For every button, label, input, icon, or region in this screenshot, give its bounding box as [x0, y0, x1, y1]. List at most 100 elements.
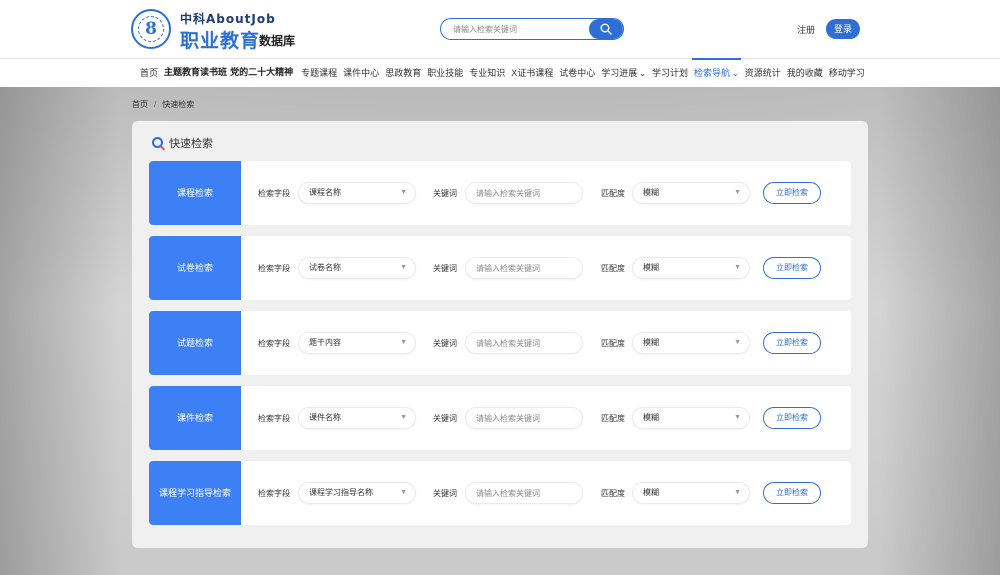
nav-item-x-certificate[interactable]: X证书课程 [511, 59, 553, 87]
keyword-input[interactable] [465, 332, 583, 354]
match-select-value: 模糊 [643, 188, 659, 197]
breadcrumb: 首页 / 快速检索 [132, 99, 194, 110]
match-select-value: 模糊 [643, 413, 659, 422]
match-select[interactable]: 模糊 ▼ [632, 332, 750, 354]
quick-search-panel: 快速检索 课程检索 检索字段 课程名称 ▼ 关键词 匹配度 模糊 ▼ 立即检索 试卷… [132, 121, 868, 548]
field-select[interactable]: 题干内容 ▼ [298, 332, 416, 354]
search-now-button[interactable]: 立即检索 [763, 407, 821, 429]
match-select[interactable]: 模糊 ▼ [632, 407, 750, 429]
search-category-label: 课程检索 [149, 161, 241, 225]
keyword-input[interactable] [465, 482, 583, 504]
field-label: 检索字段 [258, 189, 290, 198]
field-select[interactable]: 课程名称 ▼ [298, 182, 416, 204]
nav-item-skills[interactable]: 职业技能 [427, 59, 463, 87]
panel-title-text: 快速检索 [169, 138, 213, 150]
field-select-value: 试卷名称 [309, 263, 341, 272]
breadcrumb-separator: / [154, 100, 157, 109]
logo-main-text: 职业教育 [180, 30, 261, 52]
match-label: 匹配度 [601, 339, 625, 348]
search-category-label: 试题检索 [149, 311, 241, 375]
nav-item-plan[interactable]: 学习计划 [652, 59, 688, 87]
search-icon [600, 23, 612, 35]
field-select-value: 课件名称 [309, 413, 341, 422]
nav-item-special-courses[interactable]: 专题课程 [301, 59, 337, 87]
nav-item-statistics[interactable]: 资源统计 [745, 59, 781, 87]
search-now-button[interactable]: 立即检索 [763, 182, 821, 204]
field-select[interactable]: 试卷名称 ▼ [298, 257, 416, 279]
chevron-down-icon: ▼ [734, 189, 741, 196]
search-now-button[interactable]: 立即检索 [763, 482, 821, 504]
keyword-label: 关键词 [433, 339, 457, 348]
nav-item-mobile[interactable]: 移动学习 [829, 59, 865, 87]
match-select[interactable]: 模糊 ▼ [632, 182, 750, 204]
nav-item-home[interactable]: 首页 [140, 59, 158, 87]
search-category-label: 课程学习指导检索 [149, 461, 241, 525]
main-nav: 首页 主题教育读书班 党的二十大精神 专题课程 课件中心 思政教育 职业技能 专… [0, 58, 1000, 87]
search-input[interactable] [453, 19, 583, 39]
chevron-down-icon: ⌄ [732, 69, 739, 78]
field-select-value: 课程学习指导名称 [309, 488, 373, 497]
nav-item-exam-center[interactable]: 试卷中心 [559, 59, 595, 87]
keyword-label: 关键词 [433, 489, 457, 498]
field-label: 检索字段 [258, 489, 290, 498]
search-row: 课程学习指导检索 检索字段 课程学习指导名称 ▼ 关键词 匹配度 模糊 ▼ 立即检索 [149, 461, 851, 525]
search-category-label: 试卷检索 [149, 236, 241, 300]
logo-sub-text: 数据库 [259, 34, 296, 48]
logo-emblem[interactable]: 8 [131, 9, 171, 49]
chevron-down-icon: ▼ [734, 414, 741, 421]
field-select-value: 题干内容 [309, 338, 341, 347]
search-button[interactable] [589, 19, 623, 39]
search-row: 试题检索 检索字段 题干内容 ▼ 关键词 匹配度 模糊 ▼ 立即检索 [149, 311, 851, 375]
match-select-value: 模糊 [643, 263, 659, 272]
match-select[interactable]: 模糊 ▼ [632, 257, 750, 279]
match-select-value: 模糊 [643, 338, 659, 347]
register-link[interactable]: 注册 [797, 23, 815, 36]
chevron-down-icon: ▼ [400, 189, 407, 196]
chevron-down-icon: ▼ [400, 489, 407, 496]
keyword-label: 关键词 [433, 264, 457, 273]
chevron-down-icon: ▼ [734, 489, 741, 496]
search-now-button[interactable]: 立即检索 [763, 332, 821, 354]
field-select[interactable]: 课件名称 ▼ [298, 407, 416, 429]
search-row: 课程检索 检索字段 课程名称 ▼ 关键词 匹配度 模糊 ▼ 立即检索 [149, 161, 851, 225]
match-select[interactable]: 模糊 ▼ [632, 482, 750, 504]
nav-item-search-nav[interactable]: 检索导航 ⌄ [692, 58, 741, 87]
breadcrumb-current: 快速检索 [162, 100, 195, 109]
match-label: 匹配度 [601, 489, 625, 498]
logo-glyph: 8 [145, 19, 157, 39]
search-now-button[interactable]: 立即检索 [763, 257, 821, 279]
logo-top-text: 中科AboutJob [180, 12, 276, 26]
chevron-down-icon: ▼ [400, 414, 407, 421]
keyword-label: 关键词 [433, 189, 457, 198]
search-category-label: 课件检索 [149, 386, 241, 450]
nav-item-knowledge[interactable]: 专业知识 [469, 59, 505, 87]
nav-item-ideology[interactable]: 思政教育 [385, 59, 421, 87]
keyword-input[interactable] [465, 407, 583, 429]
keyword-label: 关键词 [433, 414, 457, 423]
keyword-input[interactable] [465, 257, 583, 279]
header-search [440, 18, 624, 40]
nav-item-courseware[interactable]: 课件中心 [343, 59, 379, 87]
search-row: 试卷检索 检索字段 试卷名称 ▼ 关键词 匹配度 模糊 ▼ 立即检索 [149, 236, 851, 300]
nav-item-favorites[interactable]: 我的收藏 [787, 59, 823, 87]
chevron-down-icon: ▼ [400, 264, 407, 271]
quick-search-icon [152, 137, 163, 148]
field-label: 检索字段 [258, 264, 290, 273]
match-label: 匹配度 [601, 189, 625, 198]
match-label: 匹配度 [601, 264, 625, 273]
breadcrumb-home[interactable]: 首页 [132, 100, 148, 109]
nav-item-progress[interactable]: 学习进展 ⌄ [601, 59, 646, 87]
keyword-input[interactable] [465, 182, 583, 204]
chevron-down-icon: ▼ [734, 339, 741, 346]
nav-label-progress: 学习进展 [601, 68, 638, 78]
match-select-value: 模糊 [643, 488, 659, 497]
nav-label-search-nav: 检索导航 [694, 68, 731, 78]
nav-item-theme-education[interactable]: 主题教育读书班 党的二十大精神 [164, 59, 293, 87]
search-row: 课件检索 检索字段 课件名称 ▼ 关键词 匹配度 模糊 ▼ 立即检索 [149, 386, 851, 450]
field-select-value: 课程名称 [309, 188, 341, 197]
header: 8 中科AboutJob 职业教育 数据库 注册 登录 [0, 0, 1000, 58]
nav-list: 首页 主题教育读书班 党的二十大精神 专题课程 课件中心 思政教育 职业技能 专… [140, 58, 871, 87]
login-button[interactable]: 登录 [826, 19, 860, 39]
field-select[interactable]: 课程学习指导名称 ▼ [298, 482, 416, 504]
chevron-down-icon: ⌄ [639, 69, 646, 78]
